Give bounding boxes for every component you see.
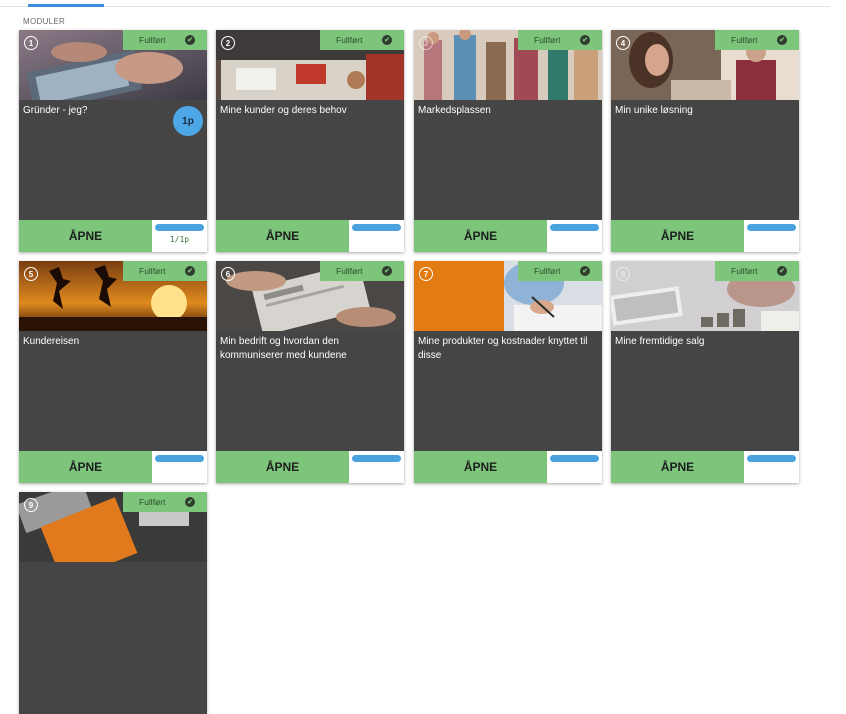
check-icon: ✔ [777, 35, 787, 45]
completed-label: Fullført [534, 266, 561, 276]
check-icon: ✔ [185, 266, 195, 276]
progress-bar [550, 224, 599, 231]
open-button[interactable]: ÅPNE [611, 220, 744, 252]
module-card-9[interactable]: 9 Fullført ✔ [19, 492, 207, 714]
card-footer: ÅPNE [414, 451, 602, 483]
check-icon: ✔ [580, 35, 590, 45]
module-number: 6 [221, 267, 235, 281]
completed-label: Fullført [139, 35, 166, 45]
completed-label: Fullført [731, 266, 758, 276]
completed-label: Fullført [139, 497, 166, 507]
progress-area: 1/1p [152, 220, 207, 252]
module-card-5[interactable]: 5 Fullført ✔ Kundereisen ÅPNE [19, 261, 207, 483]
completed-label: Fullført [139, 266, 166, 276]
top-divider [0, 6, 830, 7]
module-card-6[interactable]: 6 Fullført ✔ Min bedrift og hvordan den k… [216, 261, 404, 483]
card-footer: ÅPNE 1/1p [19, 220, 207, 252]
module-card-3[interactable]: 3 Fullført ✔ Markedsplassen ÅPNE [414, 30, 602, 252]
module-title: Min bedrift og hvordan den kommuniserer … [220, 336, 347, 361]
module-number: 8 [616, 267, 630, 281]
progress-bar [747, 224, 796, 231]
completed-badge: Fullført ✔ [518, 30, 602, 50]
progress-bar [747, 455, 796, 462]
check-icon: ✔ [382, 35, 392, 45]
completed-badge: Fullført ✔ [123, 261, 207, 281]
check-icon: ✔ [777, 266, 787, 276]
check-icon: ✔ [185, 35, 195, 45]
module-number: 9 [24, 498, 38, 512]
check-icon: ✔ [185, 497, 195, 507]
card-footer: ÅPNE [216, 451, 404, 483]
completed-badge: Fullført ✔ [320, 261, 404, 281]
check-icon: ✔ [580, 266, 590, 276]
module-card-4[interactable]: 4 Fullført ✔ Min unike løsning ÅPNE [611, 30, 799, 252]
completed-label: Fullført [336, 35, 363, 45]
completed-label: Fullført [731, 35, 758, 45]
module-title: Kundereisen [23, 336, 80, 347]
card-footer: ÅPNE [414, 220, 602, 252]
module-number: 4 [616, 36, 630, 50]
module-title: Mine produkter og kostnader knyttet til … [418, 336, 588, 361]
module-title: Markedsplassen [418, 105, 491, 116]
progress-area [744, 451, 799, 483]
progress-area [547, 220, 602, 252]
completed-badge: Fullført ✔ [518, 261, 602, 281]
progress-area [349, 451, 404, 483]
card-footer: ÅPNE [611, 220, 799, 252]
module-title: Min unike løsning [615, 105, 693, 116]
section-label: MODULER [23, 17, 66, 26]
open-button[interactable]: ÅPNE [19, 220, 152, 252]
module-title: Mine fremtidige salg [615, 336, 705, 347]
open-button[interactable]: ÅPNE [216, 451, 349, 483]
card-footer: ÅPNE [216, 220, 404, 252]
completed-label: Fullført [336, 266, 363, 276]
open-button[interactable]: ÅPNE [414, 220, 547, 252]
active-tab-indicator [28, 4, 104, 7]
card-footer: ÅPNE [19, 451, 207, 483]
module-number: 7 [419, 267, 433, 281]
progress-area [744, 220, 799, 252]
progress-bar [352, 455, 401, 462]
progress-bar [155, 455, 204, 462]
module-card-7[interactable]: 7 Fullført ✔ Mine produkter og kostnader … [414, 261, 602, 483]
progress-area [152, 451, 207, 483]
module-title: Mine kunder og deres behov [220, 105, 347, 116]
open-button[interactable]: ÅPNE [611, 451, 744, 483]
module-card-2[interactable]: 2 Fullført ✔ Mine kunder og deres behov Å… [216, 30, 404, 252]
module-card-1[interactable]: 1 Fullført ✔ Gründer - jeg? 1p ÅPNE 1/1p [19, 30, 207, 252]
module-number: 1 [24, 36, 38, 50]
progress-count: 1/1p [169, 235, 190, 244]
module-card-8[interactable]: 8 Fullført ✔ Mine fremtidige salg ÅPNE [611, 261, 799, 483]
completed-label: Fullført [534, 35, 561, 45]
module-number: 2 [221, 36, 235, 50]
completed-badge: Fullført ✔ [715, 261, 799, 281]
open-button[interactable]: ÅPNE [414, 451, 547, 483]
module-number: 3 [419, 36, 433, 50]
progress-bar [550, 455, 599, 462]
module-number: 5 [24, 267, 38, 281]
open-button[interactable]: ÅPNE [216, 220, 349, 252]
card-footer: ÅPNE [611, 451, 799, 483]
completed-badge: Fullført ✔ [715, 30, 799, 50]
progress-area [547, 451, 602, 483]
open-button[interactable]: ÅPNE [19, 451, 152, 483]
progress-bar [155, 224, 204, 231]
completed-badge: Fullført ✔ [320, 30, 404, 50]
progress-area [349, 220, 404, 252]
progress-bar [352, 224, 401, 231]
completed-badge: Fullført ✔ [123, 492, 207, 512]
completed-badge: Fullført ✔ [123, 30, 207, 50]
points-badge: 1p [173, 106, 203, 136]
check-icon: ✔ [382, 266, 392, 276]
